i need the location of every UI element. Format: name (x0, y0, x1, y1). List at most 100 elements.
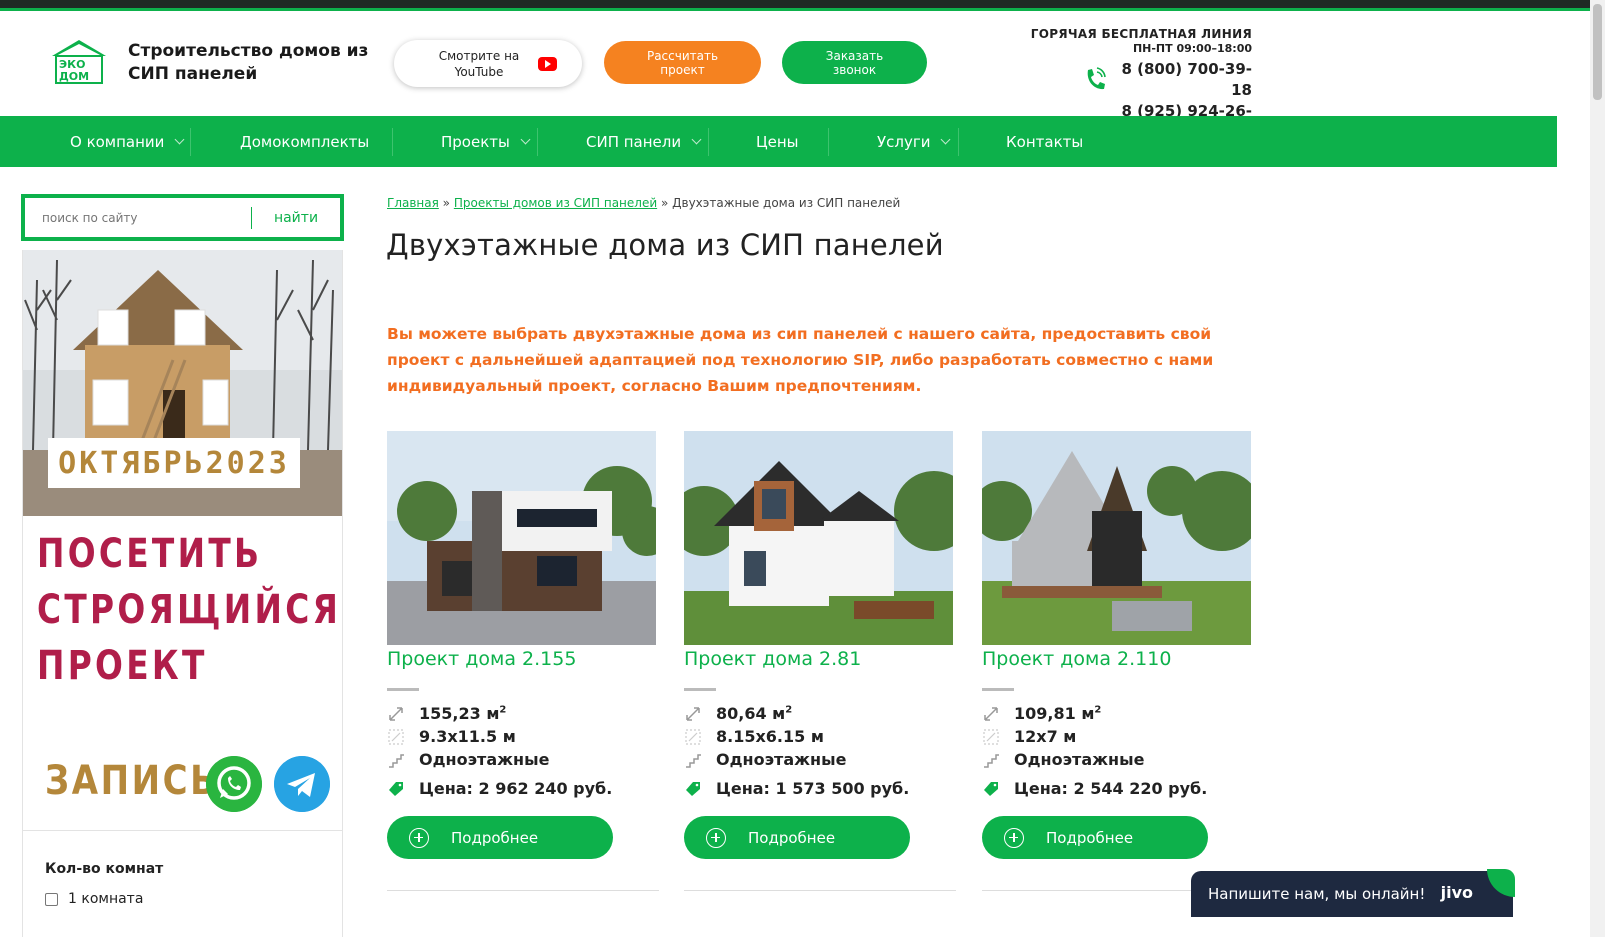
project-floors: Одноэтажные (387, 750, 549, 769)
price-tag-icon (684, 780, 702, 798)
nav-separator (392, 128, 393, 156)
hotline-title: ГОРЯЧАЯ БЕСПЛАТНАЯ ЛИНИЯ (1030, 27, 1252, 41)
intro-text: Вы можете выбрать двухэтажные дома из си… (387, 325, 1214, 395)
nav-label: О компании (70, 132, 165, 151)
telegram-icon[interactable] (274, 756, 330, 812)
youtube-button[interactable]: Смотрите на YouTube (394, 40, 582, 87)
order-call-button[interactable]: Заказать звонок (782, 41, 927, 84)
chat-widget[interactable]: Напишите нам, мы онлайн! jivo (1191, 869, 1515, 917)
area-value: 80,64 м2 (716, 704, 793, 723)
size-value: 9.3x11.5 м (419, 727, 516, 746)
jivo-logo: jivo (1440, 883, 1473, 902)
nav-item-sip-panels[interactable]: СИП панели (586, 116, 702, 167)
page-title: Двухэтажные дома из СИП панелей (386, 228, 944, 262)
dimensions-icon (684, 728, 702, 746)
project-area: 109,81 м2 (982, 704, 1101, 723)
details-label: Подробнее (748, 828, 836, 847)
stairs-icon (387, 751, 405, 769)
breadcrumb-separator: » (660, 196, 669, 210)
breadcrumb-current: Двухэтажные дома из СИП панелей (672, 196, 901, 210)
project-size: 8.15x6.15 м (684, 727, 824, 746)
filter-option-label: 1 комната (68, 891, 144, 907)
project-card: Проект дома 2.110 109,81 м2 12x7 м Одноэтаж… (982, 431, 1257, 901)
project-image[interactable] (684, 431, 953, 645)
nav-item-projects[interactable]: Проекты (441, 116, 531, 167)
nav-item-contacts[interactable]: Контакты (1006, 116, 1083, 167)
area-icon (684, 705, 702, 723)
project-size: 9.3x11.5 м (387, 727, 516, 746)
nav-item-prices[interactable]: Цены (756, 116, 799, 167)
plus-circle-icon (706, 827, 726, 848)
nav-item-about[interactable]: О компании (70, 116, 185, 167)
price-value: Цена: 1 573 500 руб. (716, 779, 910, 798)
title-underline (684, 688, 716, 691)
project-area: 155,23 м2 (387, 704, 506, 723)
nav-label: Проекты (441, 132, 510, 151)
promo-line: ПОСЕТИТЬ (37, 531, 263, 577)
nav-item-kits[interactable]: Домокомплекты (240, 116, 369, 167)
details-label: Подробнее (451, 828, 539, 847)
price-tag-icon (387, 780, 405, 798)
nav-separator (708, 128, 709, 156)
stairs-icon (982, 751, 1000, 769)
search-button[interactable]: найти (252, 210, 340, 226)
scrollbar-thumb[interactable] (1593, 4, 1602, 100)
floors-value: Одноэтажные (716, 750, 847, 769)
price-value: Цена: 2 544 220 руб. (1014, 779, 1208, 798)
area-value: 155,23 м2 (419, 704, 507, 723)
promo-banner[interactable]: ОКТЯБРЬ2023 ПОСЕТИТЬ СТРОЯЩИЙСЯ ПРОЕКТ З… (22, 250, 343, 830)
filter-option-1-room[interactable]: 1 комната (45, 891, 143, 907)
project-image[interactable] (387, 431, 656, 645)
chevron-down-icon (520, 134, 531, 145)
price-value: Цена: 2 962 240 руб. (419, 779, 613, 798)
project-area: 80,64 м2 (684, 704, 792, 723)
checkbox[interactable] (45, 892, 58, 906)
site-search: найти (21, 194, 344, 241)
area-icon (982, 705, 1000, 723)
details-button[interactable]: Подробнее (982, 816, 1208, 859)
nav-label: Услуги (877, 132, 931, 151)
price-tag-icon (982, 780, 1000, 798)
nav-separator (958, 128, 959, 156)
page-scrollbar[interactable] (1590, 0, 1605, 937)
main-nav: О компании Домокомплекты Проекты СИП пан… (0, 116, 1557, 167)
site-logo[interactable]: ЭКО ДОМ (50, 38, 108, 84)
search-input[interactable] (25, 210, 251, 225)
card-divider (387, 890, 659, 891)
stairs-icon (684, 751, 702, 769)
details-button[interactable]: Подробнее (387, 816, 613, 859)
chevron-down-icon (174, 134, 185, 145)
promo-headline: ПОСЕТИТЬ СТРОЯЩИЙСЯ ПРОЕКТ (37, 526, 342, 694)
floors-value: Одноэтажные (1014, 750, 1145, 769)
hotline: ГОРЯЧАЯ БЕСПЛАТНАЯ ЛИНИЯ ПН-ПТ 09:00–18:… (1020, 27, 1252, 55)
nav-label: Контакты (1006, 132, 1084, 151)
site-title: Строительство домов из СИП панелей (128, 41, 369, 84)
project-title[interactable]: Проект дома 2.81 (684, 648, 861, 670)
breadcrumb-separator: » (442, 196, 451, 210)
dimensions-icon (387, 728, 405, 746)
area-icon (387, 705, 405, 723)
top-stripe (0, 0, 1605, 11)
project-title[interactable]: Проект дома 2.110 (982, 648, 1171, 670)
nav-separator (537, 128, 538, 156)
details-button[interactable]: Подробнее (684, 816, 910, 859)
title-underline (387, 688, 419, 691)
breadcrumb-home[interactable]: Главная (387, 196, 439, 210)
nav-label: Домокомплекты (240, 132, 370, 151)
svg-text:ДОМ: ДОМ (59, 70, 89, 83)
calculate-project-button[interactable]: Рассчитать проект (604, 41, 761, 84)
project-card: Проект дома 2.155 155,23 м2 9.3x11.5 м Одно… (387, 431, 662, 901)
youtube-icon (538, 56, 557, 71)
breadcrumb-section[interactable]: Проекты домов из СИП панелей (454, 196, 657, 210)
promo-line: ПРОЕКТ (37, 643, 208, 689)
area-value: 109,81 м2 (1014, 704, 1102, 723)
plus-circle-icon (409, 827, 429, 848)
whatsapp-icon[interactable] (206, 756, 262, 812)
chevron-down-icon (691, 134, 702, 145)
promo-line: СТРОЯЩИЙСЯ (37, 587, 342, 633)
nav-item-services[interactable]: Услуги (877, 116, 951, 167)
plus-circle-icon (1004, 827, 1024, 848)
phone-1[interactable]: 8 (800) 700-39-18 (1110, 59, 1252, 101)
project-image[interactable] (982, 431, 1251, 645)
project-title[interactable]: Проект дома 2.155 (387, 648, 576, 670)
